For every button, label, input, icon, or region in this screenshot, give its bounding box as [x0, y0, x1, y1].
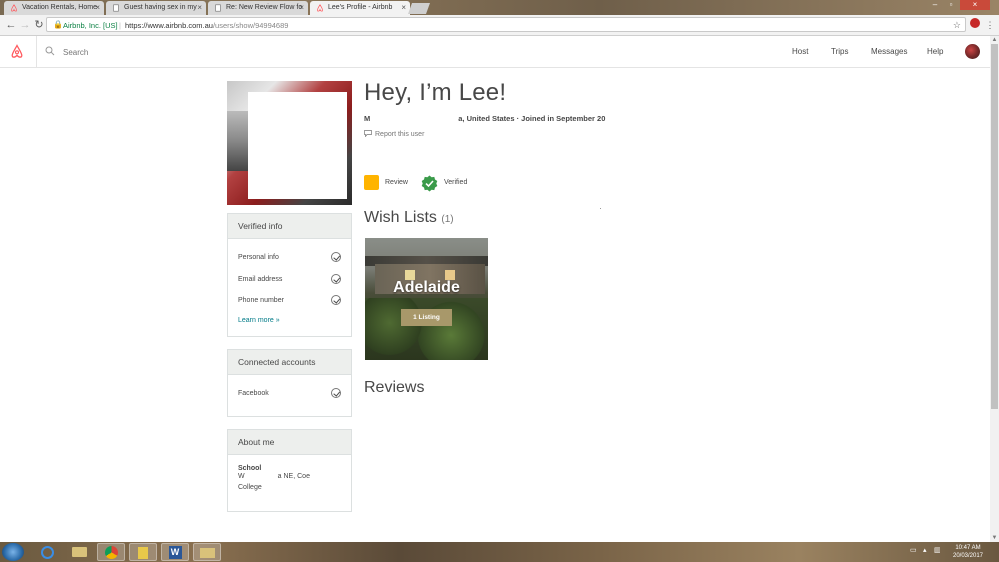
nav-messages-link[interactable]: Messages: [871, 47, 907, 56]
search-icon: [45, 46, 55, 56]
redacted-area: [370, 113, 459, 121]
extension-icon[interactable]: [970, 18, 980, 28]
learn-more-link[interactable]: Learn more »: [228, 317, 351, 324]
airbnb-favicon-icon: [11, 4, 17, 12]
file-explorer-icon[interactable]: [65, 543, 93, 561]
internet-explorer-icon[interactable]: [33, 543, 61, 561]
about-me-panel: About me School W a NE, Coe College: [227, 429, 352, 512]
browser-tab[interactable]: Vacation Rentals, Home ×: [4, 1, 104, 15]
address-bar[interactable]: 🔒 Airbnb, Inc. [US] | https://www.airbnb…: [46, 17, 966, 32]
close-tab-icon[interactable]: ×: [95, 1, 100, 15]
airbnb-favicon-icon: [317, 4, 323, 12]
word-icon[interactable]: W: [161, 543, 189, 561]
maximize-icon[interactable]: ▫: [944, 0, 958, 10]
verified-badge-label: Verified: [444, 179, 468, 186]
connected-account-item: Facebook: [228, 383, 351, 405]
close-tab-icon[interactable]: ×: [401, 1, 406, 15]
airbnb-logo-icon[interactable]: [10, 44, 24, 59]
profile-greeting: Hey, I’m Lee!: [364, 79, 507, 106]
document-favicon-icon: [215, 4, 221, 12]
page-scrollbar[interactable]: ▲ ▼: [990, 36, 999, 542]
scrollbar-thumb[interactable]: [991, 44, 998, 409]
site-identity: Airbnb, Inc. [US]: [63, 21, 118, 30]
wish-list-card[interactable]: Adelaide 1 Listing: [365, 238, 488, 360]
about-me-title: About me: [228, 430, 351, 455]
os-taskbar: W: [0, 542, 999, 562]
checkmark-icon: [331, 273, 341, 284]
url-text: https://www.airbnb.com.au/users/show/949…: [125, 21, 289, 30]
wish-list-listings-button[interactable]: 1 Listing: [401, 309, 452, 326]
browser-tab[interactable]: Re: New Review Flow fo ×: [208, 1, 308, 15]
forward-icon[interactable]: →: [18, 18, 32, 32]
minimize-icon[interactable]: –: [928, 0, 942, 10]
lock-icon: 🔒: [53, 20, 63, 29]
network-icon[interactable]: ▥: [934, 547, 942, 555]
file-manager-icon[interactable]: [193, 543, 221, 561]
nav-host-link[interactable]: Host: [792, 47, 808, 56]
verified-item: Personal info: [228, 247, 351, 269]
search-bar: [36, 36, 267, 67]
wish-list-name: Adelaide: [393, 279, 460, 296]
flag-icon: [364, 130, 372, 137]
nav-trips-link[interactable]: Trips: [831, 47, 848, 56]
school-label: School: [238, 465, 262, 472]
verified-info-panel: Verified info Personal info Email addres…: [227, 213, 352, 337]
browser-tab-bar: Vacation Rentals, Home × Guest having se…: [0, 0, 999, 15]
checkmark-icon: [331, 295, 341, 305]
review-badge-label: Review: [385, 179, 408, 186]
checkmark-icon: [331, 388, 341, 398]
verified-info-title: Verified info: [228, 214, 351, 239]
verified-badge-icon: [421, 175, 438, 192]
scroll-down-icon[interactable]: ▼: [990, 534, 999, 542]
redacted-area: [248, 92, 347, 199]
folder-icon[interactable]: [129, 543, 157, 561]
wish-lists-heading: Wish Lists (1): [364, 209, 454, 226]
browser-tab-title: Guest having sex in my: [124, 4, 197, 11]
close-tab-icon[interactable]: ×: [299, 1, 304, 15]
menu-icon[interactable]: ⋮: [983, 18, 997, 32]
verified-item: Phone number: [228, 290, 351, 312]
tray-chevron-icon[interactable]: ▴: [923, 547, 931, 555]
browser-tab-active[interactable]: Lee's Profile - Airbnb ×: [310, 1, 410, 15]
browser-tab-title: Lee's Profile - Airbnb: [328, 4, 393, 11]
checkmark-icon: [331, 252, 341, 262]
new-tab-button[interactable]: [407, 3, 431, 14]
browser-tab-title: Vacation Rentals, Home: [22, 4, 97, 11]
windows-start-icon[interactable]: [2, 543, 24, 561]
report-user-link[interactable]: Report this user: [364, 130, 424, 138]
connected-accounts-title: Connected accounts: [228, 350, 351, 375]
user-avatar[interactable]: [965, 44, 980, 59]
school-value-line2: College: [238, 483, 262, 491]
close-window-icon[interactable]: ×: [960, 0, 990, 10]
profile-photo: [227, 81, 352, 205]
school-value: W a NE, Coe: [238, 473, 310, 480]
scroll-up-icon[interactable]: ▲: [990, 36, 999, 44]
nav-help-link[interactable]: Help: [927, 47, 943, 56]
tray-icon[interactable]: ▭: [910, 547, 918, 555]
reviews-heading: Reviews: [364, 379, 425, 396]
taskbar-clock[interactable]: 10:47 AM 20/03/2017: [946, 544, 990, 560]
verified-item: Email address: [228, 269, 351, 291]
back-icon[interactable]: ←: [4, 18, 18, 32]
reload-icon[interactable]: ↻: [32, 18, 46, 32]
search-input[interactable]: [61, 44, 245, 60]
connected-accounts-panel: Connected accounts Facebook: [227, 349, 352, 417]
profile-location-joined: Ma, United States · Joined in September …: [364, 113, 606, 123]
browser-tab-title: Re: New Review Flow fo: [226, 4, 303, 11]
bookmark-star-icon[interactable]: ☆: [953, 18, 961, 33]
review-badge-icon: [364, 175, 379, 190]
close-tab-icon[interactable]: ×: [197, 1, 202, 15]
site-header: Host Trips Messages Help: [0, 36, 990, 68]
browser-toolbar: ← → ↻ 🔒 Airbnb, Inc. [US] | https://www.…: [0, 15, 999, 36]
wish-lists-count: (1): [441, 214, 454, 225]
chrome-icon[interactable]: [97, 543, 125, 561]
document-favicon-icon: [113, 4, 119, 12]
browser-tab[interactable]: Guest having sex in my ×: [106, 1, 206, 15]
